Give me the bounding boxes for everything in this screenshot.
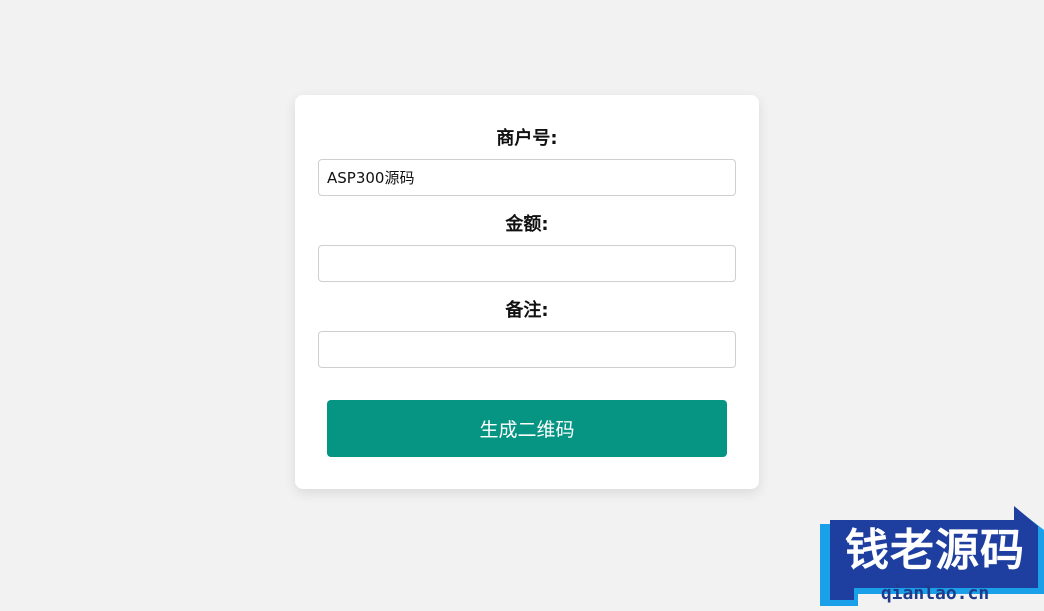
qr-form-card: 商户号: 金额: 备注: 生成二维码	[295, 95, 759, 489]
remark-label: 备注:	[505, 300, 549, 321]
merchant-input[interactable]	[318, 159, 736, 196]
watermark-title: 钱老源码	[845, 525, 1025, 576]
merchant-label: 商户号:	[496, 128, 558, 149]
remark-input[interactable]	[318, 331, 736, 368]
amount-input[interactable]	[318, 245, 736, 282]
amount-label: 金额:	[505, 214, 549, 235]
generate-qr-button[interactable]: 生成二维码	[327, 400, 727, 457]
watermark-url: qianlao.cn	[880, 583, 990, 604]
